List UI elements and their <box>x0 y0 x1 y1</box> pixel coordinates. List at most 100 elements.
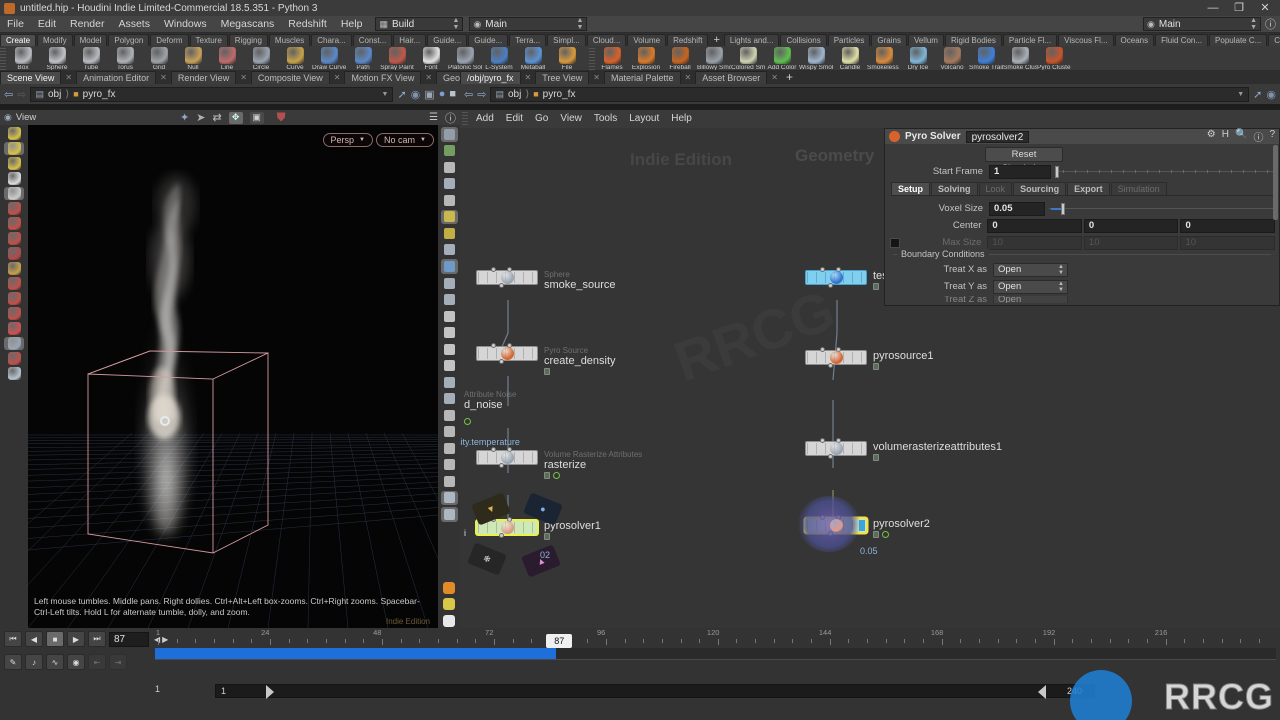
parm-tab-sourcing[interactable]: Sourcing <box>1013 182 1066 195</box>
scene-tab-animationeditor[interactable]: Animation Editor <box>76 71 156 84</box>
scale-tool-icon[interactable]: ▣ <box>250 112 264 124</box>
viewport-camera-button[interactable]: No cam ▼ <box>376 133 434 147</box>
number-icon[interactable] <box>441 358 458 373</box>
volume-vis-icon[interactable] <box>441 392 458 407</box>
pyro-icon[interactable] <box>4 352 24 365</box>
lock-icon[interactable] <box>873 531 879 538</box>
shelf-tab-muscles-l[interactable]: Muscles <box>269 34 310 46</box>
parameter-scrollbar[interactable] <box>1273 145 1278 220</box>
point-icon[interactable] <box>441 309 458 324</box>
close-icon[interactable]: ✕ <box>330 73 345 82</box>
uv-icon[interactable] <box>441 276 458 291</box>
constraint-icon[interactable] <box>441 441 458 456</box>
close-icon[interactable]: ✕ <box>521 73 536 82</box>
lock-icon[interactable] <box>544 368 550 375</box>
menu-edit[interactable]: Edit <box>31 16 63 33</box>
parm-tab-export[interactable]: Export <box>1067 182 1110 195</box>
forward-arrow-icon[interactable]: ⇨ <box>477 88 486 101</box>
handle-tool-icon[interactable]: ➤ <box>196 111 205 124</box>
add-shelf-tab-left[interactable]: + <box>709 34 723 46</box>
sculpt-icon[interactable] <box>4 217 24 230</box>
rbd-icon[interactable] <box>4 277 24 290</box>
shelf-tab-oceans-r[interactable]: Oceans <box>1115 34 1155 46</box>
net-tab-treeview[interactable]: Tree View <box>535 71 589 84</box>
close-icon[interactable]: ✕ <box>421 73 436 82</box>
audio-icon[interactable]: ♪ <box>25 654 43 670</box>
info-flag-icon[interactable]: i <box>464 528 466 538</box>
node-add-noise[interactable]: Attribute Noise d_noise <box>460 390 516 430</box>
timeline-playhead[interactable]: 87 <box>546 634 572 648</box>
shelf-tab-viscousfl-r[interactable]: Viscous Fl... <box>1058 34 1113 46</box>
xform-icon[interactable] <box>441 425 458 440</box>
display-flag-icon[interactable] <box>464 418 471 425</box>
network-menu-grip[interactable] <box>462 112 468 126</box>
menu-render[interactable]: Render <box>63 16 111 33</box>
lock-icon[interactable] <box>441 160 458 175</box>
timeline-playback-range[interactable] <box>155 648 556 659</box>
node-smoke_source[interactable]: Spheresmoke_source <box>476 270 616 291</box>
edit-icon[interactable] <box>4 202 24 215</box>
lock-icon[interactable] <box>873 454 879 461</box>
shelf-tab-create-l[interactable]: Create <box>0 34 36 46</box>
shelf-tab-polygon-l[interactable]: Polygon <box>108 34 149 46</box>
curve-icon[interactable]: ∿ <box>46 654 64 670</box>
node-rasterize[interactable]: Volume Rasterize Attributesrasterize <box>476 450 642 479</box>
info-icon[interactable]: ⓘ <box>1253 129 1263 144</box>
node-output-pin[interactable] <box>499 359 504 364</box>
shelf-tab-redshift-l[interactable]: Redshift <box>667 34 708 46</box>
lock-icon[interactable] <box>873 363 879 370</box>
node-body[interactable] <box>476 346 538 361</box>
reset-simulation-button[interactable]: Reset Simulation <box>985 147 1063 162</box>
layout-icon[interactable]: ☰ <box>429 112 438 123</box>
back-arrow-icon[interactable]: ⇦ <box>4 88 13 101</box>
scene-tab-sceneview[interactable]: Scene View <box>0 71 61 84</box>
move-tool-icon[interactable]: ✥ <box>229 112 243 124</box>
viewport-persp-button[interactable]: Persp ▼ <box>323 133 373 147</box>
close-icon[interactable]: ✕ <box>61 73 76 82</box>
back-arrow-icon[interactable]: ⇦ <box>464 88 473 101</box>
parm-tab-look[interactable]: Look <box>979 182 1013 195</box>
shelf-tab-lightsand-r[interactable]: Lights and... <box>724 34 780 46</box>
point-light-icon[interactable] <box>441 226 458 241</box>
desktop-combo[interactable]: ◉ Main ▲▼ <box>469 17 587 31</box>
shelf-tab-texture-l[interactable]: Texture <box>190 34 228 46</box>
range-slider[interactable]: 1 240 <box>215 684 1095 698</box>
left-path-field[interactable]: ▤ obj ⟩ ■ pyro_fx ▼ <box>30 87 393 102</box>
globe-icon[interactable]: ◉ <box>411 88 421 101</box>
node-input-pin[interactable] <box>491 343 496 348</box>
wireframe-icon[interactable] <box>441 193 458 208</box>
menu-windows[interactable]: Windows <box>157 16 214 33</box>
shelf-tab-fluidcon-r[interactable]: Fluid Con... <box>1155 34 1208 46</box>
menu-help[interactable]: Help <box>334 16 370 33</box>
search-icon[interactable]: 🔍 <box>1235 129 1247 144</box>
node-body[interactable] <box>805 270 867 285</box>
shelf-tab-volume-l[interactable]: Volume <box>627 34 666 46</box>
shelf-tab-cloud-l[interactable]: Cloud... <box>587 34 627 46</box>
node-input-pin[interactable] <box>491 447 496 452</box>
net-path-field[interactable]: ▤ obj ⟩ ■ pyro_fx ▼ <box>490 87 1249 102</box>
ghost-icon[interactable] <box>441 177 458 192</box>
shelf-tab-chara-l[interactable]: Chara... <box>311 34 351 46</box>
help-icon[interactable]: ⓘ <box>1265 16 1276 32</box>
shelf-tab-const-l[interactable]: Const... <box>353 34 393 46</box>
key-icon[interactable]: ✎ <box>4 654 22 670</box>
network-menu-view[interactable]: View <box>554 110 588 128</box>
close-icon[interactable]: ✕ <box>236 73 251 82</box>
houdini-icon[interactable]: H <box>1222 129 1229 144</box>
orange-dot-icon[interactable] <box>441 580 458 595</box>
viewport-3d[interactable]: Persp ▼ No cam ▼ Left mouse tumbles. Mid… <box>28 125 438 628</box>
jump-to-end-button[interactable]: ⏭ <box>88 631 106 647</box>
node-input-pin[interactable] <box>820 347 825 352</box>
network-menu-add[interactable]: Add <box>470 110 500 128</box>
scene-tab-renderview[interactable]: Render View <box>171 71 236 84</box>
display-icon[interactable]: ■ <box>449 88 456 100</box>
node-input-pin[interactable] <box>491 267 496 272</box>
pin-icon[interactable] <box>441 507 458 522</box>
node-body[interactable] <box>476 450 538 465</box>
start-frame-field[interactable]: 1 <box>989 165 1051 179</box>
handle-mode-icon[interactable] <box>4 142 24 155</box>
material-view-icon[interactable] <box>441 259 458 274</box>
voxel-size-field[interactable]: 0.05 <box>989 202 1045 216</box>
shading-icon[interactable] <box>441 144 458 159</box>
node-output-pin[interactable] <box>828 283 833 288</box>
